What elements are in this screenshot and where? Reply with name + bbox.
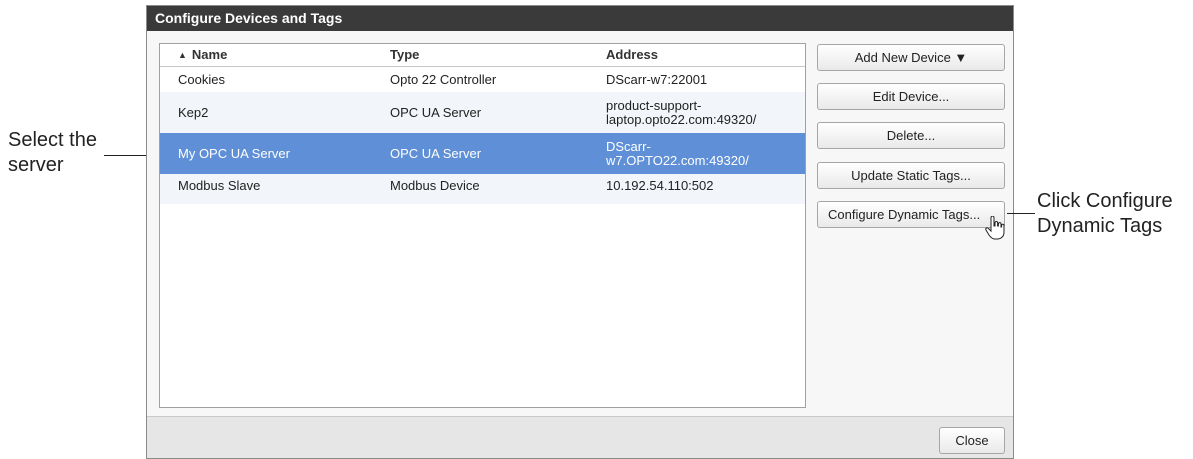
row-address: 10.192.54.110:502	[606, 174, 713, 196]
close-button[interactable]: Close	[939, 427, 1005, 454]
configure-dynamic-tags-label: Configure Dynamic Tags...	[828, 207, 981, 222]
callout-right-leader	[1007, 213, 1035, 214]
row-type: Modbus Device	[390, 177, 480, 193]
row-address-line1: 10.192.54.110:502	[606, 177, 714, 193]
column-name-label: Name	[191, 47, 228, 62]
callout-left-line1: Select the	[8, 129, 97, 151]
row-name: Kep2	[178, 105, 209, 120]
row-type: OPC UA Server	[390, 105, 482, 120]
devices-table: ▲ Name Type Address Cookies Opto 22 Contr…	[159, 43, 806, 408]
row-address-line2: w7.OPTO22.com:49320/	[606, 152, 749, 168]
row-address-line2: laptop.opto22.com:49320/	[606, 111, 757, 127]
dialog-title: Configure Devices and Tags	[147, 6, 1013, 31]
row-address-line1: DScarr-	[606, 138, 651, 154]
table-row-selected[interactable]: My OPC UA Server OPC UA Server DScarr- w…	[160, 133, 805, 174]
row-name: Modbus Slave	[178, 177, 261, 193]
callout-right-line2: Dynamic Tags	[1037, 215, 1163, 237]
column-header-address[interactable]: Address	[606, 44, 658, 66]
edit-device-button[interactable]: Edit Device...	[817, 83, 1005, 110]
delete-button[interactable]: Delete...	[817, 122, 1005, 149]
row-address: product-support- laptop.opto22.com:49320…	[606, 92, 756, 133]
update-static-tags-button[interactable]: Update Static Tags...	[817, 162, 1005, 189]
sort-ascending-icon: ▲	[178, 50, 187, 60]
callout-right-line1: Click Configure	[1037, 190, 1173, 212]
row-name: Cookies	[178, 72, 225, 87]
select-server-callout: Select the server	[8, 128, 97, 178]
row-type: Opto 22 Controller	[390, 72, 497, 87]
dialog-footer: Close	[147, 416, 1013, 458]
row-address-line1: DScarr-w7:22001	[606, 72, 708, 87]
add-new-device-button[interactable]: Add New Device ▼	[817, 44, 1005, 71]
column-header-type[interactable]: Type	[390, 44, 419, 66]
row-address: DScarr-w7:22001	[606, 67, 707, 92]
table-header: ▲ Name Type Address	[160, 44, 805, 67]
callout-left-line2: server	[8, 154, 64, 176]
row-address-line1: product-support-	[606, 97, 702, 113]
row-name: My OPC UA Server	[178, 146, 290, 161]
configure-dynamic-tags-button[interactable]: Configure Dynamic Tags...	[817, 201, 1005, 228]
column-header-name[interactable]: ▲ Name	[178, 44, 227, 66]
configure-devices-dialog: Configure Devices and Tags ▲ Name Type Ad…	[146, 5, 1014, 459]
row-address: DScarr- w7.OPTO22.com:49320/	[606, 133, 749, 174]
row-type: OPC UA Server	[390, 146, 482, 161]
table-row[interactable]: Cookies Opto 22 Controller DScarr-w7:220…	[160, 67, 805, 92]
hand-pointer-icon	[985, 215, 1005, 240]
table-row[interactable]: Kep2 OPC UA Server product-support- lapt…	[160, 92, 805, 133]
table-row[interactable]: Modbus Slave Modbus Device 10.192.54.110…	[160, 174, 805, 204]
configure-dynamic-tags-callout: Click Configure Dynamic Tags	[1037, 189, 1173, 239]
